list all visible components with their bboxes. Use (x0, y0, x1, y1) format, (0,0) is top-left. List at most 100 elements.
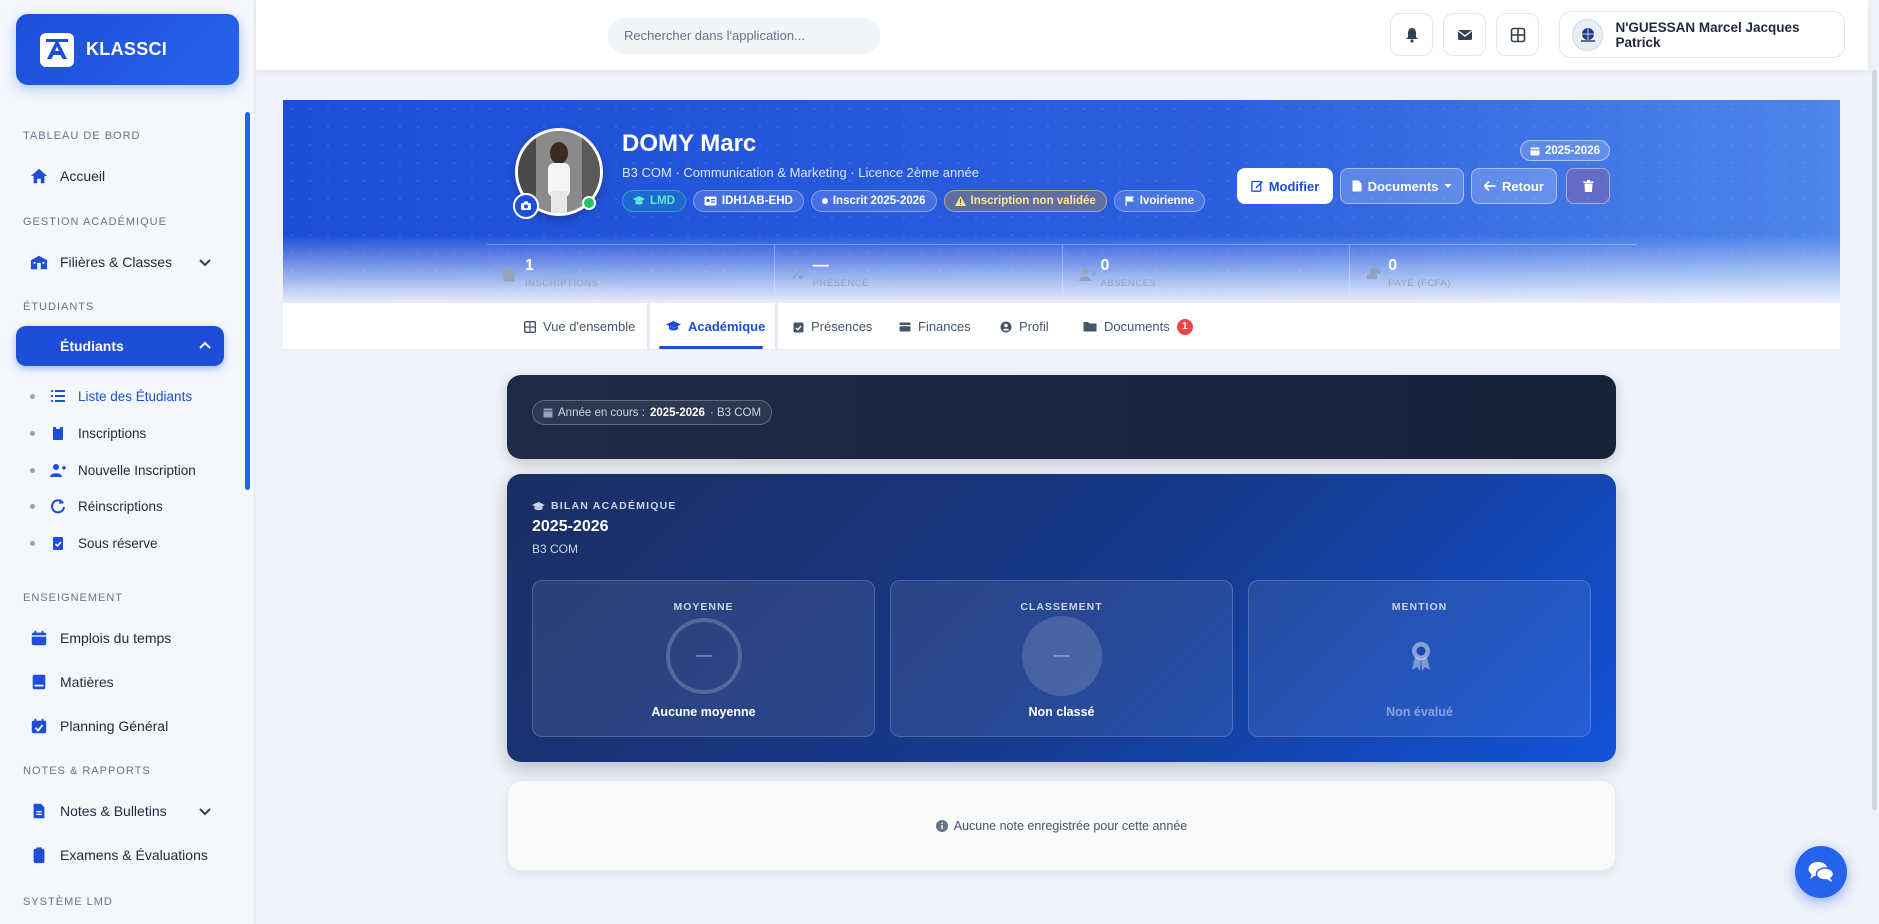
calendar-check-icon (31, 718, 47, 734)
classement-card: CLASSEMENT — Non classé (890, 580, 1233, 737)
info-icon (935, 819, 948, 832)
comments-icon (1808, 862, 1834, 882)
sidebar-subitem-nouvelle-inscription[interactable]: Nouvelle Inscription (30, 462, 196, 478)
tab-presences[interactable]: Présences (793, 303, 872, 350)
sidebar-item-label: Examens & Évaluations (60, 847, 208, 863)
folder-icon (1083, 322, 1097, 332)
sidebar-item-accueil[interactable]: Accueil (16, 156, 224, 196)
button-label: Retour (1502, 178, 1544, 194)
sidebar-subitem-liste-etudiants[interactable]: Liste des Étudiants (30, 388, 192, 404)
sidebar-item-planning-general[interactable]: Planning Général (16, 706, 224, 746)
klassci-logo-icon (40, 32, 74, 67)
sidebar-item-matieres[interactable]: Matières (16, 662, 224, 702)
file-icon (503, 267, 515, 282)
current-year-pill: Année en cours : 2025-2026 · B3 COM (532, 400, 773, 425)
tab-documents[interactable]: Documents 1 (1083, 303, 1193, 350)
subitem-label: Liste des Étudiants (78, 388, 193, 404)
tab-label: Finances (918, 319, 971, 334)
bullet (30, 393, 35, 399)
documents-dropdown-button[interactable]: Documents (1340, 168, 1464, 204)
badge-lmd: LMD (622, 190, 686, 212)
chevron-down-icon (199, 808, 211, 816)
calendar-icon (1530, 147, 1540, 155)
badge-enrollment-status: Inscrit 2025-2026 (810, 190, 937, 212)
stat-value: — (812, 257, 829, 274)
award-icon (1412, 642, 1430, 671)
sidebar-item-label: Matières (60, 674, 114, 690)
chat-button[interactable] (1795, 846, 1847, 898)
apps-grid-button[interactable] (1496, 13, 1539, 56)
section-etudiants: ÉTUDIANTS (23, 301, 95, 313)
calendar-icon (31, 630, 47, 646)
classement-label: Non classé (1028, 705, 1095, 719)
file-icon (33, 803, 45, 819)
user-menu-button[interactable]: N'GUESSAN Marcel Jacques Patrick (1559, 11, 1845, 58)
edit-button[interactable]: Modifier (1237, 168, 1333, 204)
badge-student-id: IDH1AB-EHD (692, 190, 804, 212)
chevron-up-icon (199, 341, 211, 349)
back-button[interactable]: Retour (1471, 168, 1557, 204)
student-tabs (283, 303, 1840, 350)
delete-button[interactable] (1566, 168, 1610, 204)
user-name: N'GUESSAN Marcel Jacques Patrick (1615, 19, 1800, 50)
sidebar-item-filieres[interactable]: Filières & Classes (16, 242, 224, 282)
bilan-year: 2025-2026 (532, 518, 609, 535)
tab-vue-ensemble[interactable]: Vue d'ensemble (524, 303, 635, 350)
sidebar-item-emplois-du-temps[interactable]: Emplois du temps (16, 618, 224, 658)
sidebar-item-label: Planning Général (60, 718, 169, 734)
sidebar-item-label: Notes & Bulletins (60, 803, 167, 819)
stat-label: INSCRIPTIONS (525, 278, 599, 289)
tab-separator (775, 303, 778, 350)
stat-value: 0 (1388, 257, 1398, 274)
badge-label: Inscrit 2025-2026 (832, 195, 926, 207)
sidebar-scrollbar-thumb[interactable] (245, 112, 250, 490)
brand-logo-button[interactable]: KLASSCI (16, 14, 239, 85)
section-notes-rapports: NOTES & RAPPORTS (23, 765, 151, 777)
topbar: Rechercher dans l'application... N'GUESS… (256, 0, 1868, 70)
academic-year-badge: 2025-2026 (1520, 140, 1610, 161)
stat-inscriptions: 1 INSCRIPTIONS (487, 245, 775, 294)
envelope-icon (1457, 29, 1472, 40)
badge-label: IDH1AB-EHD (721, 195, 793, 207)
badge-nationality: Ivoirienne (1113, 190, 1206, 212)
messages-button[interactable] (1443, 13, 1486, 56)
section-gestion-academique: GESTION ACADÉMIQUE (23, 216, 167, 228)
student-stats: 1 INSCRIPTIONS — PRÉSENCE 0 ABSENCES 0 P… (487, 244, 1637, 294)
moyenne-value: — (696, 647, 712, 664)
globe-logo-icon (1580, 27, 1595, 42)
search-input[interactable]: Rechercher dans l'application... (608, 18, 880, 54)
sidebar-subitem-inscriptions[interactable]: Inscriptions (30, 425, 146, 441)
badge-label: LMD (650, 195, 675, 207)
sidebar-item-label: Accueil (60, 168, 106, 184)
card-title: MENTION (1391, 601, 1448, 613)
refresh-icon (51, 499, 65, 514)
stat-label: PRÉSENCE (812, 278, 870, 289)
tab-label: Documents (1104, 319, 1170, 334)
sidebar-subitem-reinscriptions[interactable]: Réinscriptions (30, 498, 163, 514)
tab-finances[interactable]: Finances (899, 303, 971, 350)
subitem-label: Inscriptions (78, 425, 147, 441)
tab-academique[interactable]: Académique (666, 303, 765, 350)
notifications-button[interactable] (1390, 13, 1433, 56)
academic-year-label: 2025-2026 (1545, 144, 1600, 157)
badge-label: Ivoirienne (1139, 195, 1195, 207)
sidebar-item-examens[interactable]: Examens & Évaluations (16, 835, 224, 875)
sidebar-item-notes-bulletins[interactable]: Notes & Bulletins (16, 791, 224, 831)
sidebar-subitem-sous-reserve[interactable]: Sous réserve (30, 535, 158, 551)
main-scrollbar[interactable] (1872, 70, 1877, 810)
stat-label: PAYÉ (FCFA) (1388, 278, 1451, 289)
warning-icon (954, 196, 966, 206)
current-year-label: Année en cours : (558, 406, 645, 419)
calendar-icon (543, 408, 553, 418)
percent-icon (791, 267, 803, 280)
mention-label: Non évalué (1386, 705, 1453, 719)
tab-profil[interactable]: Profil (1000, 303, 1049, 350)
money-icon (899, 322, 911, 331)
sidebar-item-etudiants[interactable]: Étudiants (16, 326, 224, 366)
student-name: DOMY Marc (622, 130, 757, 157)
section-tableau-de-bord: TABLEAU DE BORD (23, 130, 141, 142)
change-photo-button[interactable] (513, 193, 539, 219)
camera-icon (521, 201, 531, 210)
edit-icon (1250, 180, 1263, 192)
student-badges: LMD IDH1AB-EHD Inscrit 2025-2026 Inscrip… (622, 190, 1206, 212)
